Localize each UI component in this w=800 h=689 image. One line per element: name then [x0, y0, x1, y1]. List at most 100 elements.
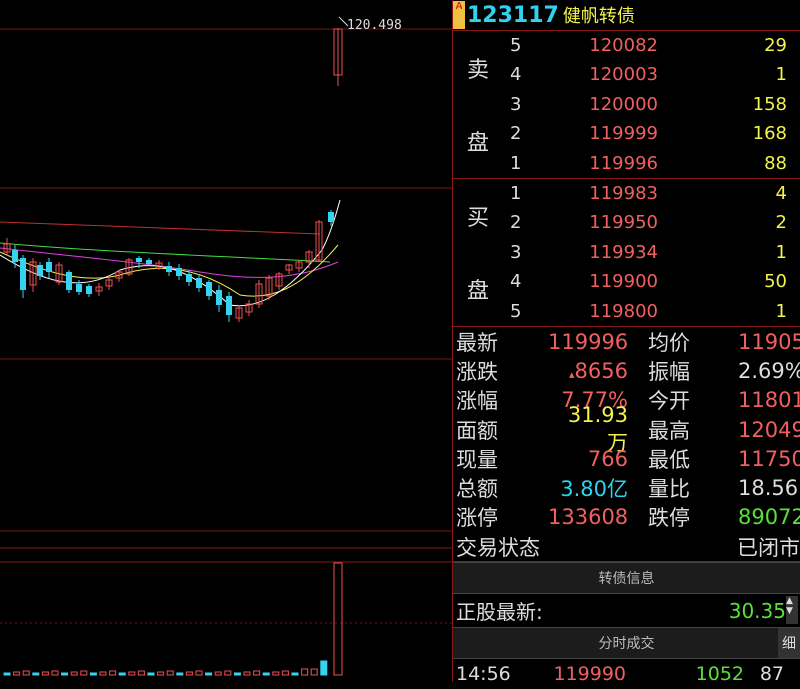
level-price: 119999	[589, 123, 658, 145]
level-index: 4	[510, 271, 522, 293]
candle	[12, 250, 18, 262]
level-index: 5	[510, 300, 522, 322]
candle	[328, 212, 334, 222]
volume-bar	[301, 668, 309, 676]
volume-bar	[128, 671, 136, 676]
change-label: 涨跌	[456, 359, 498, 384]
tick-time: 14:56	[456, 663, 511, 686]
candle	[37, 265, 43, 276]
bond-code: 123117	[467, 2, 559, 28]
moving-averages	[0, 199, 341, 307]
level-price: 119900	[589, 271, 658, 293]
level-index: 2	[510, 123, 522, 145]
amplitude-value: 2.69%	[738, 358, 800, 383]
volume-bar	[291, 672, 299, 676]
kline-chart[interactable]: 120.498	[0, 0, 452, 682]
volume-bar	[272, 671, 280, 676]
sell-level-5[interactable]: 5 120082 29	[510, 31, 800, 60]
current-vol-value: 766	[587, 446, 628, 471]
vol-ratio-label: 量比	[648, 477, 690, 502]
candle	[66, 272, 72, 290]
candle	[136, 258, 142, 262]
volume-bar	[41, 671, 49, 676]
buy-level-4[interactable]: 4 119900 50	[510, 267, 800, 296]
buy-book: 买 盘 1 119983 4 2 119950 2 3 119934 1 4 119900 50 5 11…	[453, 179, 800, 327]
volume-bar	[214, 671, 222, 676]
bond-info-header[interactable]: 转债信息	[453, 562, 800, 595]
volume-bar	[243, 671, 251, 676]
sell-level-1[interactable]: 1 119996 88	[510, 149, 800, 178]
change-value: ▴8656	[569, 358, 628, 383]
buy-level-2[interactable]: 2 119950 2	[510, 208, 800, 237]
chart-grid	[0, 28, 452, 624]
level-volume: 88	[764, 152, 787, 174]
volume-bar	[233, 672, 241, 676]
detail-button[interactable]: 细	[778, 628, 800, 659]
avg-value: 119051	[738, 329, 800, 354]
level-volume: 50	[764, 271, 787, 293]
bond-info-title: 转债信息	[598, 571, 655, 588]
quote-stats: 最新119996均价119051 涨跌▴8656振幅2.69% 涨幅7.77%今…	[453, 327, 800, 563]
low-value: 117500	[738, 446, 800, 471]
limit-down-label: 跌停	[648, 506, 690, 531]
level-price: 120000	[589, 93, 658, 115]
face-label: 面额	[456, 418, 498, 443]
candle	[196, 278, 202, 288]
buy-level-5[interactable]: 5 119800 1	[510, 297, 800, 326]
limit-up-value: 133608	[548, 505, 629, 530]
volume-bar	[166, 670, 174, 676]
tick-volume: 1052	[695, 663, 744, 686]
volume-bar	[61, 672, 69, 676]
level-volume: 1	[775, 64, 787, 86]
volume-bar	[80, 670, 88, 676]
volume-bar	[185, 671, 193, 676]
volume-bars	[3, 660, 328, 676]
tick-count: 87	[759, 663, 784, 686]
volume-bar	[310, 668, 318, 676]
volume-bar	[70, 671, 78, 676]
ticks-header[interactable]: 分时成交 细	[453, 627, 800, 660]
sell-level-2[interactable]: 2 119999 168	[510, 119, 800, 148]
trade-state-value: 已闭市	[737, 535, 800, 560]
volume-bar	[118, 672, 126, 676]
quote-header: A 123117 健帆转债	[453, 0, 800, 31]
volume-bar	[32, 672, 40, 676]
latest-label: 最新	[456, 330, 498, 355]
sell-level-4[interactable]: 4 120003 1	[510, 60, 800, 89]
volume-bar	[99, 671, 107, 676]
volume-bar	[253, 670, 261, 676]
level-volume: 158	[752, 93, 787, 115]
buy-level-1[interactable]: 1 119983 4	[510, 179, 800, 208]
volume-bar	[3, 672, 11, 676]
level-price: 119950	[589, 212, 658, 234]
spin-up-icon[interactable]: ▲	[786, 596, 798, 606]
candles	[3, 210, 334, 322]
market-badge: A	[453, 1, 465, 29]
volume-bar	[195, 670, 203, 676]
ticks-title: 分时成交	[598, 636, 655, 653]
buy-label-1: 买	[466, 205, 489, 231]
scroll-spinner[interactable]: ▲ ▼	[786, 596, 798, 625]
level-volume: 4	[775, 183, 787, 204]
limit-up-label: 涨停	[456, 506, 498, 531]
buy-level-3[interactable]: 3 119934 1	[510, 238, 800, 267]
sell-label-2: 盘	[466, 131, 489, 157]
sell-level-3[interactable]: 3 120000 158	[510, 90, 800, 119]
high-price-label: 120.498	[347, 18, 402, 33]
spin-down-icon[interactable]: ▼	[786, 606, 798, 616]
ma120-line	[0, 221, 321, 235]
sell-book: 卖 盘 5 120082 29 4 120003 1 3 120000 158 2 119999 16…	[453, 31, 800, 179]
volume-bar	[109, 670, 117, 676]
total-value: 3.80亿	[560, 477, 628, 502]
level-index: 1	[510, 183, 522, 204]
tick-price: 119990	[553, 663, 626, 686]
level-index: 4	[510, 64, 522, 86]
level-index: 5	[510, 35, 522, 56]
level-price: 119996	[589, 152, 658, 174]
volume-bar	[22, 670, 30, 676]
quote-panel: A 123117 健帆转债 卖 盘 5 120082 29 4 120003 1 3 1200…	[452, 0, 800, 686]
candle	[76, 284, 82, 292]
level-index: 2	[510, 212, 522, 234]
last-volume-bar	[333, 562, 343, 676]
volume-bar	[176, 672, 184, 676]
